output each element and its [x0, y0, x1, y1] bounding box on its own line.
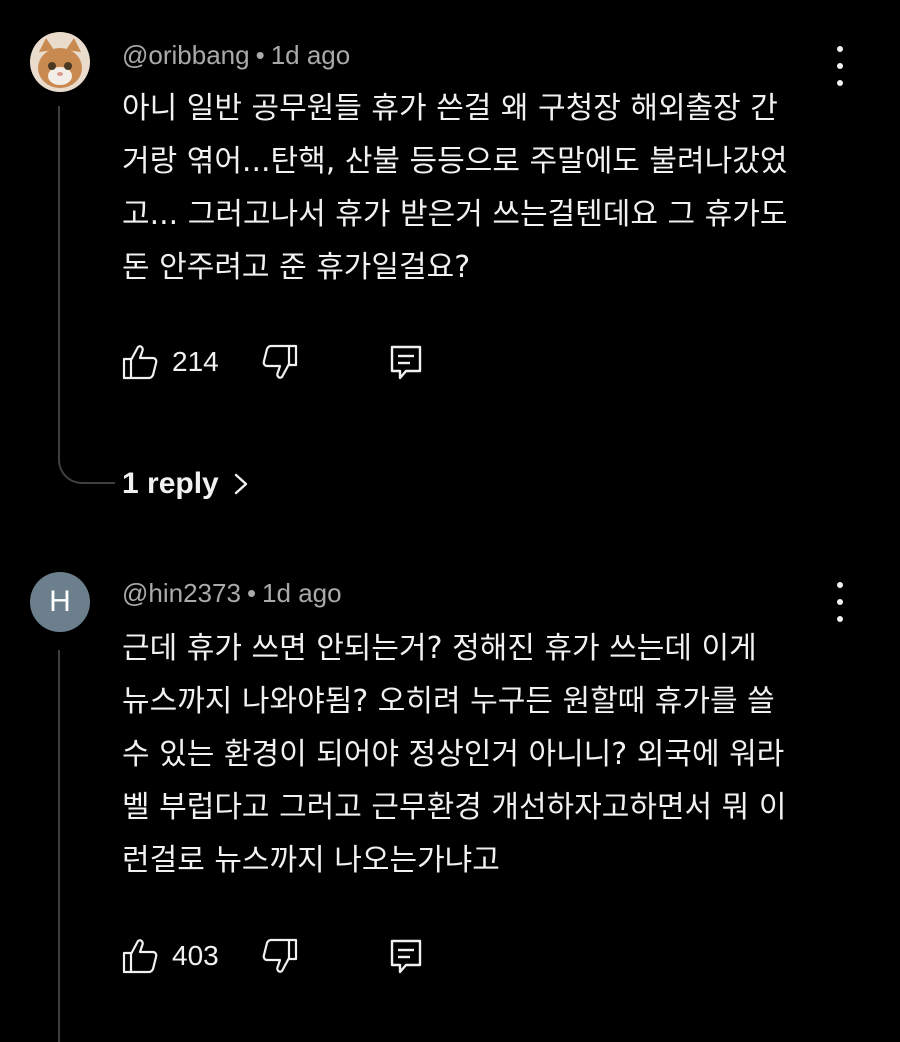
avatar-letter: H: [49, 585, 71, 618]
avatar[interactable]: H: [30, 572, 90, 632]
meta-separator: •: [246, 578, 257, 608]
comment-line: 근데 휴가 쓰면 안되는거? 정해진 휴가 쓰는데 이게: [122, 631, 757, 666]
meta-separator: •: [255, 40, 265, 70]
comment-meta: @oribbang • 1d ago: [122, 40, 350, 71]
reply-count-label: 1 reply: [122, 467, 219, 500]
like-button[interactable]: [120, 342, 160, 386]
cat-avatar-image: [30, 32, 90, 92]
comment-text: 근데 휴가 쓰면 안되는거? 정해진 휴가 쓰는데 이게 뉴스까지 나와야됨? …: [122, 622, 842, 887]
comment-line: 고... 그러고나서 휴가 받은거 쓰는걸텐데요 그 휴가도: [122, 197, 788, 232]
dislike-button[interactable]: [260, 342, 300, 386]
more-options-icon[interactable]: [826, 46, 854, 86]
avatar[interactable]: [30, 32, 90, 92]
comment-line: 수 있는 환경이 되어야 정상인거 아니니? 외국에 워라: [122, 737, 785, 772]
comment-actions: 214: [120, 342, 440, 386]
thumbs-up-icon: [122, 939, 158, 974]
comment-line: 뉴스까지 나와야됨? 오히려 누구든 원할때 휴가를 쓸: [122, 684, 775, 719]
reply-comment-icon: [390, 345, 422, 380]
like-button[interactable]: [120, 936, 160, 980]
thread-connector: [58, 106, 115, 484]
more-options-icon[interactable]: [826, 582, 854, 622]
comment-line: 아니 일반 공무원들 휴가 쓴걸 왜 구청장 해외출장 간: [122, 91, 778, 126]
comment-meta: @hin2373 • 1d ago: [122, 578, 342, 609]
comment-line: 돈 안주려고 준 휴가일걸요?: [122, 250, 471, 285]
dislike-button[interactable]: [260, 936, 300, 980]
author-name[interactable]: @oribbang: [122, 40, 250, 70]
comment-line: 거랑 엮어...탄핵, 산불 등등으로 주말에도 불려나갔었: [122, 144, 788, 179]
like-count: 214: [172, 346, 219, 377]
thread-connector: [58, 650, 60, 1042]
reply-button[interactable]: [386, 342, 426, 386]
chevron-right-icon: [234, 473, 247, 495]
comment-actions: 403: [120, 936, 440, 980]
thumbs-up-icon: [122, 345, 158, 380]
comment-line: 런걸로 뉴스까지 나오는가냐고: [122, 843, 500, 878]
thumbs-down-icon: [262, 938, 298, 973]
author-name[interactable]: @hin2373: [122, 578, 241, 608]
comment-line: 벨 부럽다고 그러고 근무환경 개선하자고하면서 뭐 이: [122, 790, 787, 825]
like-count: 403: [172, 940, 219, 971]
comment-time: 1d ago: [262, 578, 342, 608]
comment-time: 1d ago: [270, 40, 351, 70]
reply-button[interactable]: [386, 936, 426, 980]
thumbs-down-icon: [262, 344, 298, 379]
reply-comment-icon: [390, 939, 422, 974]
view-replies-button[interactable]: 1 reply: [122, 462, 251, 506]
comment-text: 아니 일반 공무원들 휴가 쓴걸 왜 구청장 해외출장 간 거랑 엮어...탄핵…: [122, 82, 842, 294]
